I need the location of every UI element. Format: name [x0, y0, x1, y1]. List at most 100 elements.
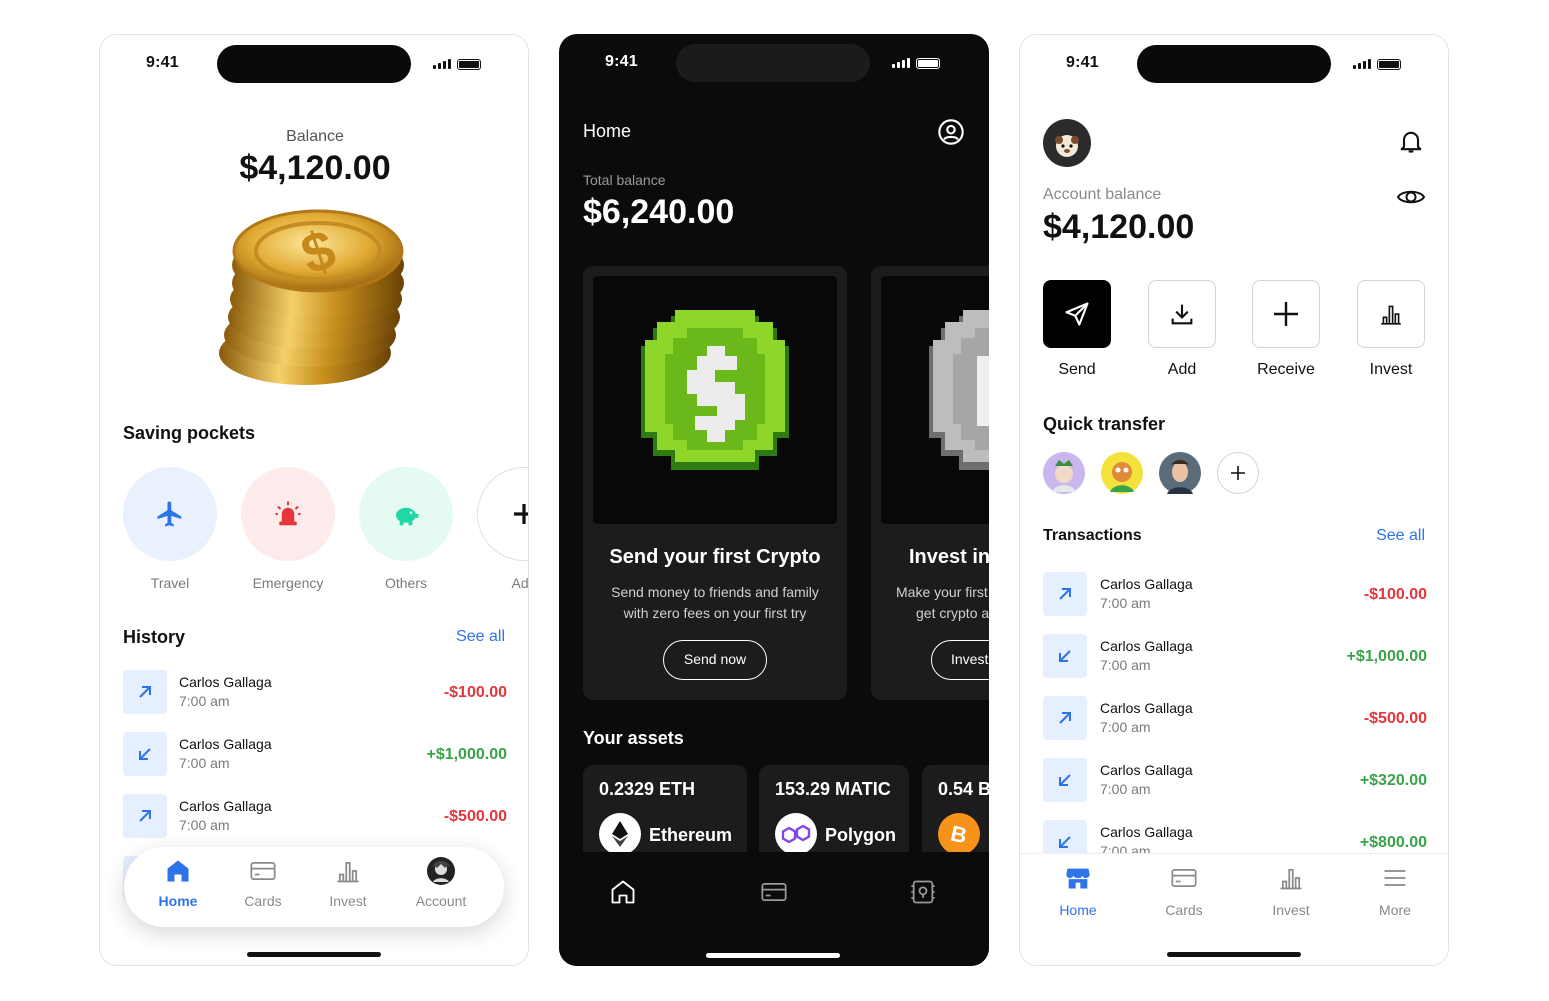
contact-avatar[interactable] [1159, 452, 1201, 494]
tx-amount: +$1,000.00 [426, 746, 507, 763]
pixel-dollar-coin-icon [641, 310, 789, 470]
home-indicator [1167, 952, 1301, 957]
siren-icon [275, 501, 301, 526]
transactions-title: Transactions [1043, 527, 1142, 544]
tx-time: 7:00 am [1100, 595, 1151, 611]
send-now-button[interactable]: Send now [663, 640, 767, 680]
history-row[interactable]: Carlos Gallaga 7:00 am -$500.00 [123, 794, 507, 840]
action-button-box [1043, 280, 1111, 348]
invest-button[interactable]: Invest [931, 640, 989, 680]
eye-icon[interactable] [1396, 185, 1426, 209]
transactions-see-all-link[interactable]: See all [1376, 527, 1425, 545]
user-avatar[interactable] [1043, 119, 1091, 167]
transaction-row[interactable]: Carlos Gallaga 7:00 am +$1,000.00 [1043, 634, 1427, 680]
pocket-circle [123, 467, 217, 561]
phone-screen-account: 9:41 Account balance $4,120.00 Send Add … [1019, 34, 1449, 966]
nav-cards[interactable]: Cards [231, 857, 295, 909]
nav-label: Invest [1272, 902, 1310, 918]
card-icon [1171, 868, 1197, 888]
saving-pockets-title: Saving pockets [123, 423, 256, 443]
tx-amount: -$100.00 [443, 684, 507, 701]
pocket-circle [359, 467, 453, 561]
action-label: Invest [1369, 361, 1413, 378]
nav-invest[interactable]: Invest [316, 857, 380, 909]
arrow-down-left-icon [1059, 774, 1071, 786]
contact-avatar[interactable] [1101, 452, 1143, 494]
dynamic-island [217, 45, 411, 83]
pocket-label: Add [511, 575, 529, 591]
pocket-label: Others [384, 575, 427, 591]
floating-tab-bar: Home Cards Invest Account [124, 847, 504, 927]
tx-name: Carlos Gallaga [179, 798, 272, 814]
tx-amount: -$500.00 [443, 808, 507, 825]
bottom-tab-bar: Home Cards Invest More [1020, 853, 1448, 965]
card-text-line1: Make your first [896, 584, 988, 600]
add-contact-button[interactable] [1217, 452, 1259, 494]
pocket-add[interactable]: Add [477, 467, 529, 591]
contact-avatar[interactable] [1043, 452, 1085, 494]
gold-coins-illustration: $ [219, 209, 404, 385]
chart-bars-icon [337, 861, 359, 883]
transaction-row[interactable]: Carlos Gallaga 7:00 am -$100.00 [1043, 572, 1427, 618]
card-title: Send your first Crypto [609, 546, 821, 568]
wallet-icon[interactable] [909, 878, 937, 906]
action-label: Add [1167, 361, 1197, 378]
total-balance-value: $6,240.00 [583, 193, 735, 231]
menu-icon [1384, 870, 1406, 886]
pocket-label: Emergency [252, 575, 324, 591]
asset-amount: 153.29 MATIC [775, 779, 891, 799]
promo-card-send[interactable]: Send your first Crypto Send money to fri… [583, 266, 847, 700]
nav-more[interactable]: More [1357, 864, 1433, 918]
dynamic-island [1137, 45, 1331, 83]
svg-text:B: B [949, 821, 970, 849]
pocket-travel[interactable]: Travel [123, 467, 217, 591]
bell-icon[interactable] [1397, 127, 1425, 155]
tx-name: Carlos Gallaga [1100, 576, 1193, 592]
tx-amount: -$100.00 [1363, 586, 1427, 603]
action-add[interactable]: Add [1132, 280, 1232, 379]
dynamic-island [676, 44, 870, 82]
asset-name: Polygon [825, 825, 896, 845]
pixel-coin-gray-icon [929, 310, 989, 470]
tx-time: 7:00 am [179, 817, 230, 833]
action-send[interactable]: Send [1027, 280, 1127, 379]
asset-amount: 0.2329 ETH [599, 779, 696, 799]
nav-home[interactable]: Home [1040, 864, 1116, 918]
action-receive[interactable]: Receive [1236, 280, 1336, 379]
balance-value: $4,120.00 [239, 149, 391, 187]
nav-account[interactable]: Account [408, 857, 474, 909]
ethereum-icon [599, 813, 641, 855]
status-time: 9:41 [1066, 54, 1099, 71]
battery-icon [916, 58, 940, 69]
pocket-others[interactable]: Others [359, 467, 453, 591]
card-text-line2: get crypto a [916, 605, 989, 621]
download-icon [1171, 304, 1193, 325]
tx-name: Carlos Gallaga [1100, 824, 1193, 840]
card-illustration [881, 276, 989, 524]
action-invest[interactable]: Invest [1341, 280, 1441, 379]
nav-home[interactable]: Home [146, 857, 210, 909]
status-time: 9:41 [605, 53, 638, 70]
battery-icon [1377, 59, 1401, 70]
account-balance-value: $4,120.00 [1043, 208, 1195, 246]
nav-label: Home [158, 893, 198, 909]
tx-time: 7:00 am [1100, 719, 1151, 735]
history-row[interactable]: Carlos Gallaga 7:00 am -$100.00 [123, 670, 507, 716]
nav-cards[interactable]: Cards [1146, 864, 1222, 918]
history-see-all-link[interactable]: See all [456, 628, 505, 646]
transaction-row[interactable]: Carlos Gallaga 7:00 am +$320.00 [1043, 758, 1427, 804]
transaction-row[interactable]: Carlos Gallaga 7:00 am -$500.00 [1043, 696, 1427, 742]
asset-name: Ethereum [649, 825, 733, 845]
action-button-box [1148, 280, 1216, 348]
promo-card-invest[interactable]: Invest in Make your first get crypto a I… [871, 266, 989, 700]
pocket-emergency[interactable]: Emergency [241, 467, 335, 591]
card-icon[interactable] [760, 878, 788, 906]
history-row[interactable]: Carlos Gallaga 7:00 am +$1,000.00 [123, 732, 507, 778]
profile-icon[interactable] [937, 118, 965, 146]
arrow-down-left-icon [1059, 836, 1071, 848]
nav-invest[interactable]: Invest [1253, 864, 1329, 918]
phone-screen-balance: 9:41 Balance $4,120.00 $ Saving pockets … [99, 34, 529, 966]
tx-name: Carlos Gallaga [179, 674, 272, 690]
pocket-circle [241, 467, 335, 561]
home-icon[interactable] [609, 878, 637, 906]
